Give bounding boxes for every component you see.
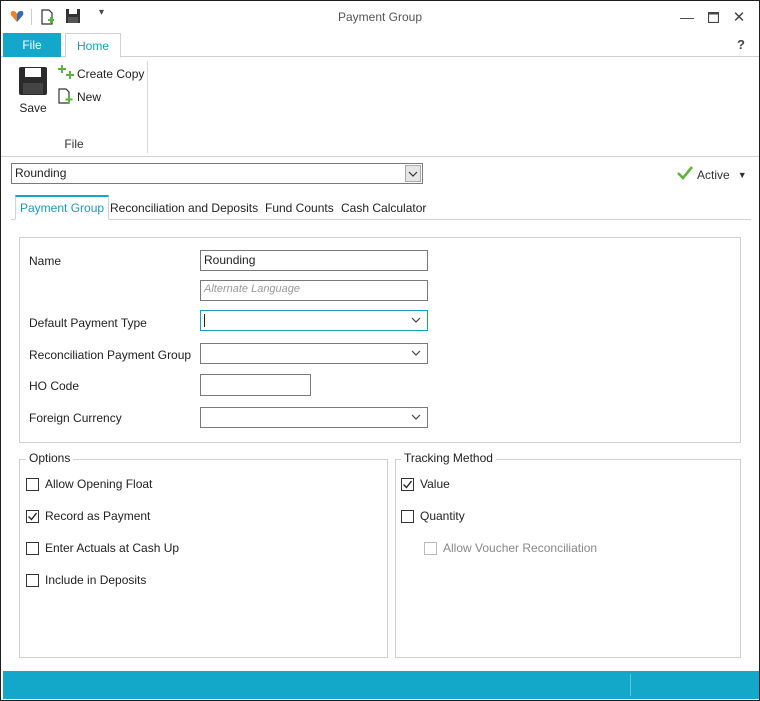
foreign-currency-label: Foreign Currency (29, 411, 122, 425)
chevron-down-icon (411, 347, 421, 359)
new-icon (57, 87, 75, 108)
tab-payment-group[interactable]: Payment Group (15, 195, 110, 220)
new-button[interactable]: New (57, 87, 101, 107)
check-icon (28, 512, 38, 521)
ribbon-body: Save Create Copy New File (1, 57, 759, 157)
value-label: Value (420, 477, 450, 491)
check-icon (403, 480, 413, 489)
allow-opening-float-checkbox[interactable]: Allow Opening Float (26, 477, 152, 491)
record-selector[interactable]: Rounding (11, 163, 423, 184)
record-as-payment-checkbox[interactable]: Record as Payment (26, 509, 150, 523)
minimize-button[interactable]: — (673, 5, 701, 29)
tab-file[interactable]: File (3, 33, 61, 57)
foreign-currency-select[interactable] (200, 407, 428, 428)
tab-cash-calculator[interactable]: Cash Calculator (341, 195, 426, 220)
enter-actuals-at-cash-up-label: Enter Actuals at Cash Up (45, 541, 180, 555)
payment-group-details-panel: Name Rounding Alternate Language Default… (19, 237, 741, 443)
payment-group-window: ▾ Payment Group — ✕ File Home ? Save Cre… (0, 0, 760, 701)
status-bar (3, 671, 759, 699)
include-in-deposits-label: Include in Deposits (45, 573, 147, 587)
quantity-checkbox[interactable]: Quantity (401, 509, 465, 523)
alternate-language-input[interactable]: Alternate Language (200, 280, 428, 301)
chevron-down-icon (411, 314, 421, 326)
tab-fund-counts[interactable]: Fund Counts (265, 195, 334, 220)
caret-down-icon: ▼ (737, 169, 747, 180)
create-copy-button[interactable]: Create Copy (57, 64, 144, 84)
help-button[interactable]: ? (737, 37, 745, 52)
save-large-icon (18, 66, 48, 99)
status-dropdown[interactable]: Active ▼ (677, 166, 747, 183)
checkbox-box (401, 509, 414, 523)
tab-home[interactable]: Home (65, 33, 121, 58)
default-payment-type-select[interactable] (200, 310, 428, 331)
enter-actuals-at-cash-up-checkbox[interactable]: Enter Actuals at Cash Up (26, 541, 179, 555)
content-tabs: Payment Group Reconciliation and Deposit… (11, 195, 751, 220)
value-checkbox[interactable]: Value (401, 477, 450, 491)
window-title: Payment Group (337, 10, 423, 24)
checkbox-box (26, 541, 39, 555)
allow-voucher-reconciliation-checkbox: Allow Voucher Reconciliation (424, 541, 597, 555)
include-in-deposits-checkbox[interactable]: Include in Deposits (26, 573, 146, 587)
checkbox-box (26, 477, 39, 491)
checkbox-box (26, 509, 39, 523)
file-group-label: File (64, 137, 84, 151)
allow-voucher-reconciliation-label: Allow Voucher Reconciliation (443, 541, 598, 555)
tab-reconciliation-and-deposits[interactable]: Reconciliation and Deposits (110, 195, 258, 220)
options-group-title: Options (26, 451, 74, 465)
create-copy-label: Create Copy (77, 67, 145, 81)
title-bar: ▾ Payment Group — ✕ (1, 1, 759, 33)
chevron-down-icon (411, 411, 421, 423)
ho-code-label: HO Code (29, 379, 80, 393)
status-bar-divider (630, 674, 631, 696)
record-as-payment-label: Record as Payment (45, 509, 151, 523)
chevron-down-icon[interactable] (405, 165, 421, 182)
maximize-button[interactable] (699, 5, 727, 29)
allow-opening-float-label: Allow Opening Float (45, 477, 153, 491)
tracking-method-title: Tracking Method (401, 451, 496, 465)
checkbox-box (424, 541, 437, 555)
status-label: Active (697, 167, 730, 182)
close-button[interactable]: ✕ (725, 5, 753, 29)
quantity-label: Quantity (420, 509, 465, 523)
checkbox-box (401, 477, 414, 491)
ho-code-input[interactable] (200, 374, 311, 396)
record-selector-value: Rounding (15, 166, 67, 180)
checkbox-box (26, 573, 39, 587)
reconciliation-payment-group-select[interactable] (200, 343, 428, 364)
default-payment-type-label: Default Payment Type (29, 316, 147, 330)
name-label: Name (29, 254, 62, 268)
text-cursor (204, 314, 205, 327)
create-copy-icon (57, 64, 75, 85)
save-button[interactable]: Save (15, 63, 51, 119)
checkmark-icon (677, 166, 694, 183)
ribbon-group-divider (147, 61, 148, 153)
name-input[interactable]: Rounding (200, 250, 428, 271)
ribbon-tabs: File Home ? (1, 33, 759, 58)
reconciliation-payment-group-label: Reconciliation Payment Group (29, 348, 192, 362)
save-label: Save (19, 101, 47, 115)
new-label: New (77, 90, 102, 104)
